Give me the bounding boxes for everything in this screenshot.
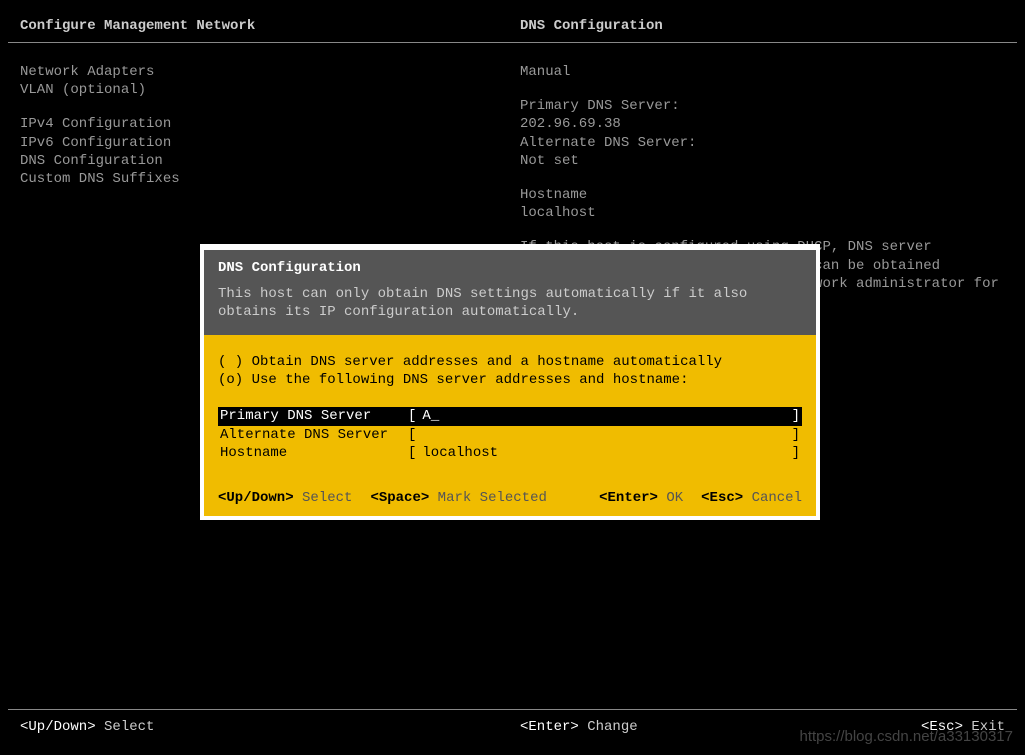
field-hostname-label: Hostname [218, 444, 408, 462]
bracket-open: [ [408, 444, 416, 462]
header: Configure Management Network DNS Configu… [0, 0, 1025, 42]
dialog-footer: <Up/Down> Select <Space> Mark Selected <… [204, 472, 816, 516]
hint-space: <Space> Mark Selected [370, 490, 546, 506]
menu-item-ipv6[interactable]: IPv6 Configuration [20, 134, 520, 152]
dns-config-dialog: DNS Configuration This host can only obt… [200, 244, 820, 520]
field-primary-label: Primary DNS Server [218, 407, 408, 425]
menu-item-dns[interactable]: DNS Configuration [20, 152, 520, 170]
hint-updown: <Up/Down> Select [218, 490, 352, 506]
field-primary-dns[interactable]: Primary DNS Server [ A_ ] [218, 407, 802, 425]
info-alt-label: Alternate DNS Server: [520, 134, 1005, 152]
hint-esc[interactable]: <Esc> Cancel [701, 490, 802, 506]
menu-item-vlan[interactable]: VLAN (optional) [20, 81, 520, 99]
menu-item-ipv4[interactable]: IPv4 Configuration [20, 115, 520, 133]
dialog-description: This host can only obtain DNS settings a… [218, 286, 802, 321]
bottom-hint-updown: <Up/Down> Select [20, 719, 520, 735]
bracket-close: ] [792, 407, 802, 425]
bracket-close: ] [792, 426, 802, 444]
field-alt-label: Alternate DNS Server [218, 426, 408, 444]
field-alt-dns[interactable]: Alternate DNS Server [ ] [218, 426, 802, 444]
info-hostname-label: Hostname [520, 186, 1005, 204]
dialog-header: DNS Configuration This host can only obt… [204, 250, 816, 335]
info-manual: Manual [520, 63, 1005, 81]
field-primary-value[interactable]: A_ [416, 407, 791, 425]
radio-manual[interactable]: (o) Use the following DNS server address… [218, 371, 802, 389]
header-right-title: DNS Configuration [520, 18, 1005, 34]
info-hostname-value: localhost [520, 204, 1005, 222]
dialog-body: ( ) Obtain DNS server addresses and a ho… [204, 335, 816, 472]
dialog-title: DNS Configuration [218, 260, 802, 276]
bracket-open: [ [408, 426, 416, 444]
radio-auto[interactable]: ( ) Obtain DNS server addresses and a ho… [218, 353, 802, 371]
info-alt-value: Not set [520, 152, 1005, 170]
menu-item-network-adapters[interactable]: Network Adapters [20, 63, 520, 81]
dialog-fields: Primary DNS Server [ A_ ] Alternate DNS … [218, 407, 802, 462]
hint-enter[interactable]: <Enter> OK [599, 490, 683, 506]
bracket-open: [ [408, 407, 416, 425]
menu-item-custom-dns[interactable]: Custom DNS Suffixes [20, 170, 520, 188]
info-primary-value: 202.96.69.38 [520, 115, 1005, 133]
field-hostname[interactable]: Hostname [ localhost ] [218, 444, 802, 462]
field-hostname-value[interactable]: localhost [416, 444, 791, 462]
bracket-close: ] [792, 444, 802, 462]
watermark: https://blog.csdn.net/a33130317 [799, 728, 1013, 745]
header-left-title: Configure Management Network [20, 18, 520, 34]
field-alt-value[interactable] [416, 426, 791, 444]
info-primary-label: Primary DNS Server: [520, 97, 1005, 115]
